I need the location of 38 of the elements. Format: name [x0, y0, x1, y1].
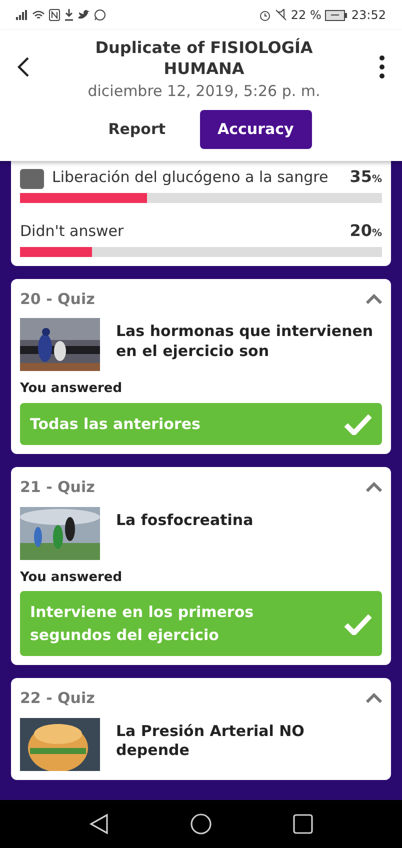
answer-text: Todas las anteriores	[30, 414, 200, 435]
percentage: 20%	[350, 220, 382, 242]
recents-icon[interactable]	[293, 814, 314, 834]
answer-label: You answered	[20, 568, 124, 587]
tab[interactable]: Accuracy	[200, 110, 312, 149]
download-icon	[64, 9, 74, 21]
answer-text: Interviene en los primeros segundos del ejercicio	[30, 602, 255, 646]
question-text: Las hormonas que intervienen en el ejercicio son	[116, 321, 374, 362]
question-number: 20 - Quiz	[20, 288, 95, 310]
option-label: Liberación del glucógeno a la sangre	[52, 167, 330, 188]
percentage: 35%	[350, 166, 382, 188]
quiz-date: diciembre 12, 2019, 5:26 p. m.	[86, 80, 322, 102]
alarm-icon	[258, 9, 271, 21]
battery-percentage: 22 %	[290, 7, 322, 24]
signal-icon	[16, 10, 28, 20]
more-options-button[interactable]	[378, 54, 386, 79]
answer-label: You answered	[20, 380, 124, 398]
nfc-icon	[49, 9, 60, 21]
question-number: 21 - Quiz	[20, 477, 95, 498]
question-text: La Presión Arterial NO depende	[116, 720, 306, 761]
option-label: Didn't answer	[20, 221, 125, 242]
battery-icon	[325, 10, 348, 20]
chevron-up-icon[interactable]	[366, 294, 382, 304]
home-icon[interactable]	[190, 813, 212, 835]
back-icon[interactable]	[88, 813, 109, 835]
page-title: Duplicate of FISIOLOGÍA HUMANA	[94, 38, 314, 80]
mute-icon	[274, 9, 287, 21]
tab[interactable]: Report	[90, 110, 184, 149]
chat-icon	[94, 9, 106, 21]
chevron-up-icon[interactable]	[366, 482, 382, 492]
chevron-up-icon[interactable]	[366, 693, 382, 704]
checkbox-icon	[20, 168, 44, 189]
question-text: La fosfocreatina	[116, 510, 254, 530]
bird-icon	[78, 10, 90, 20]
question-number: 22 - Quiz	[20, 688, 95, 710]
clock-time: 23:52	[351, 7, 386, 24]
wifi-icon	[32, 10, 45, 20]
back-button[interactable]	[16, 54, 30, 78]
